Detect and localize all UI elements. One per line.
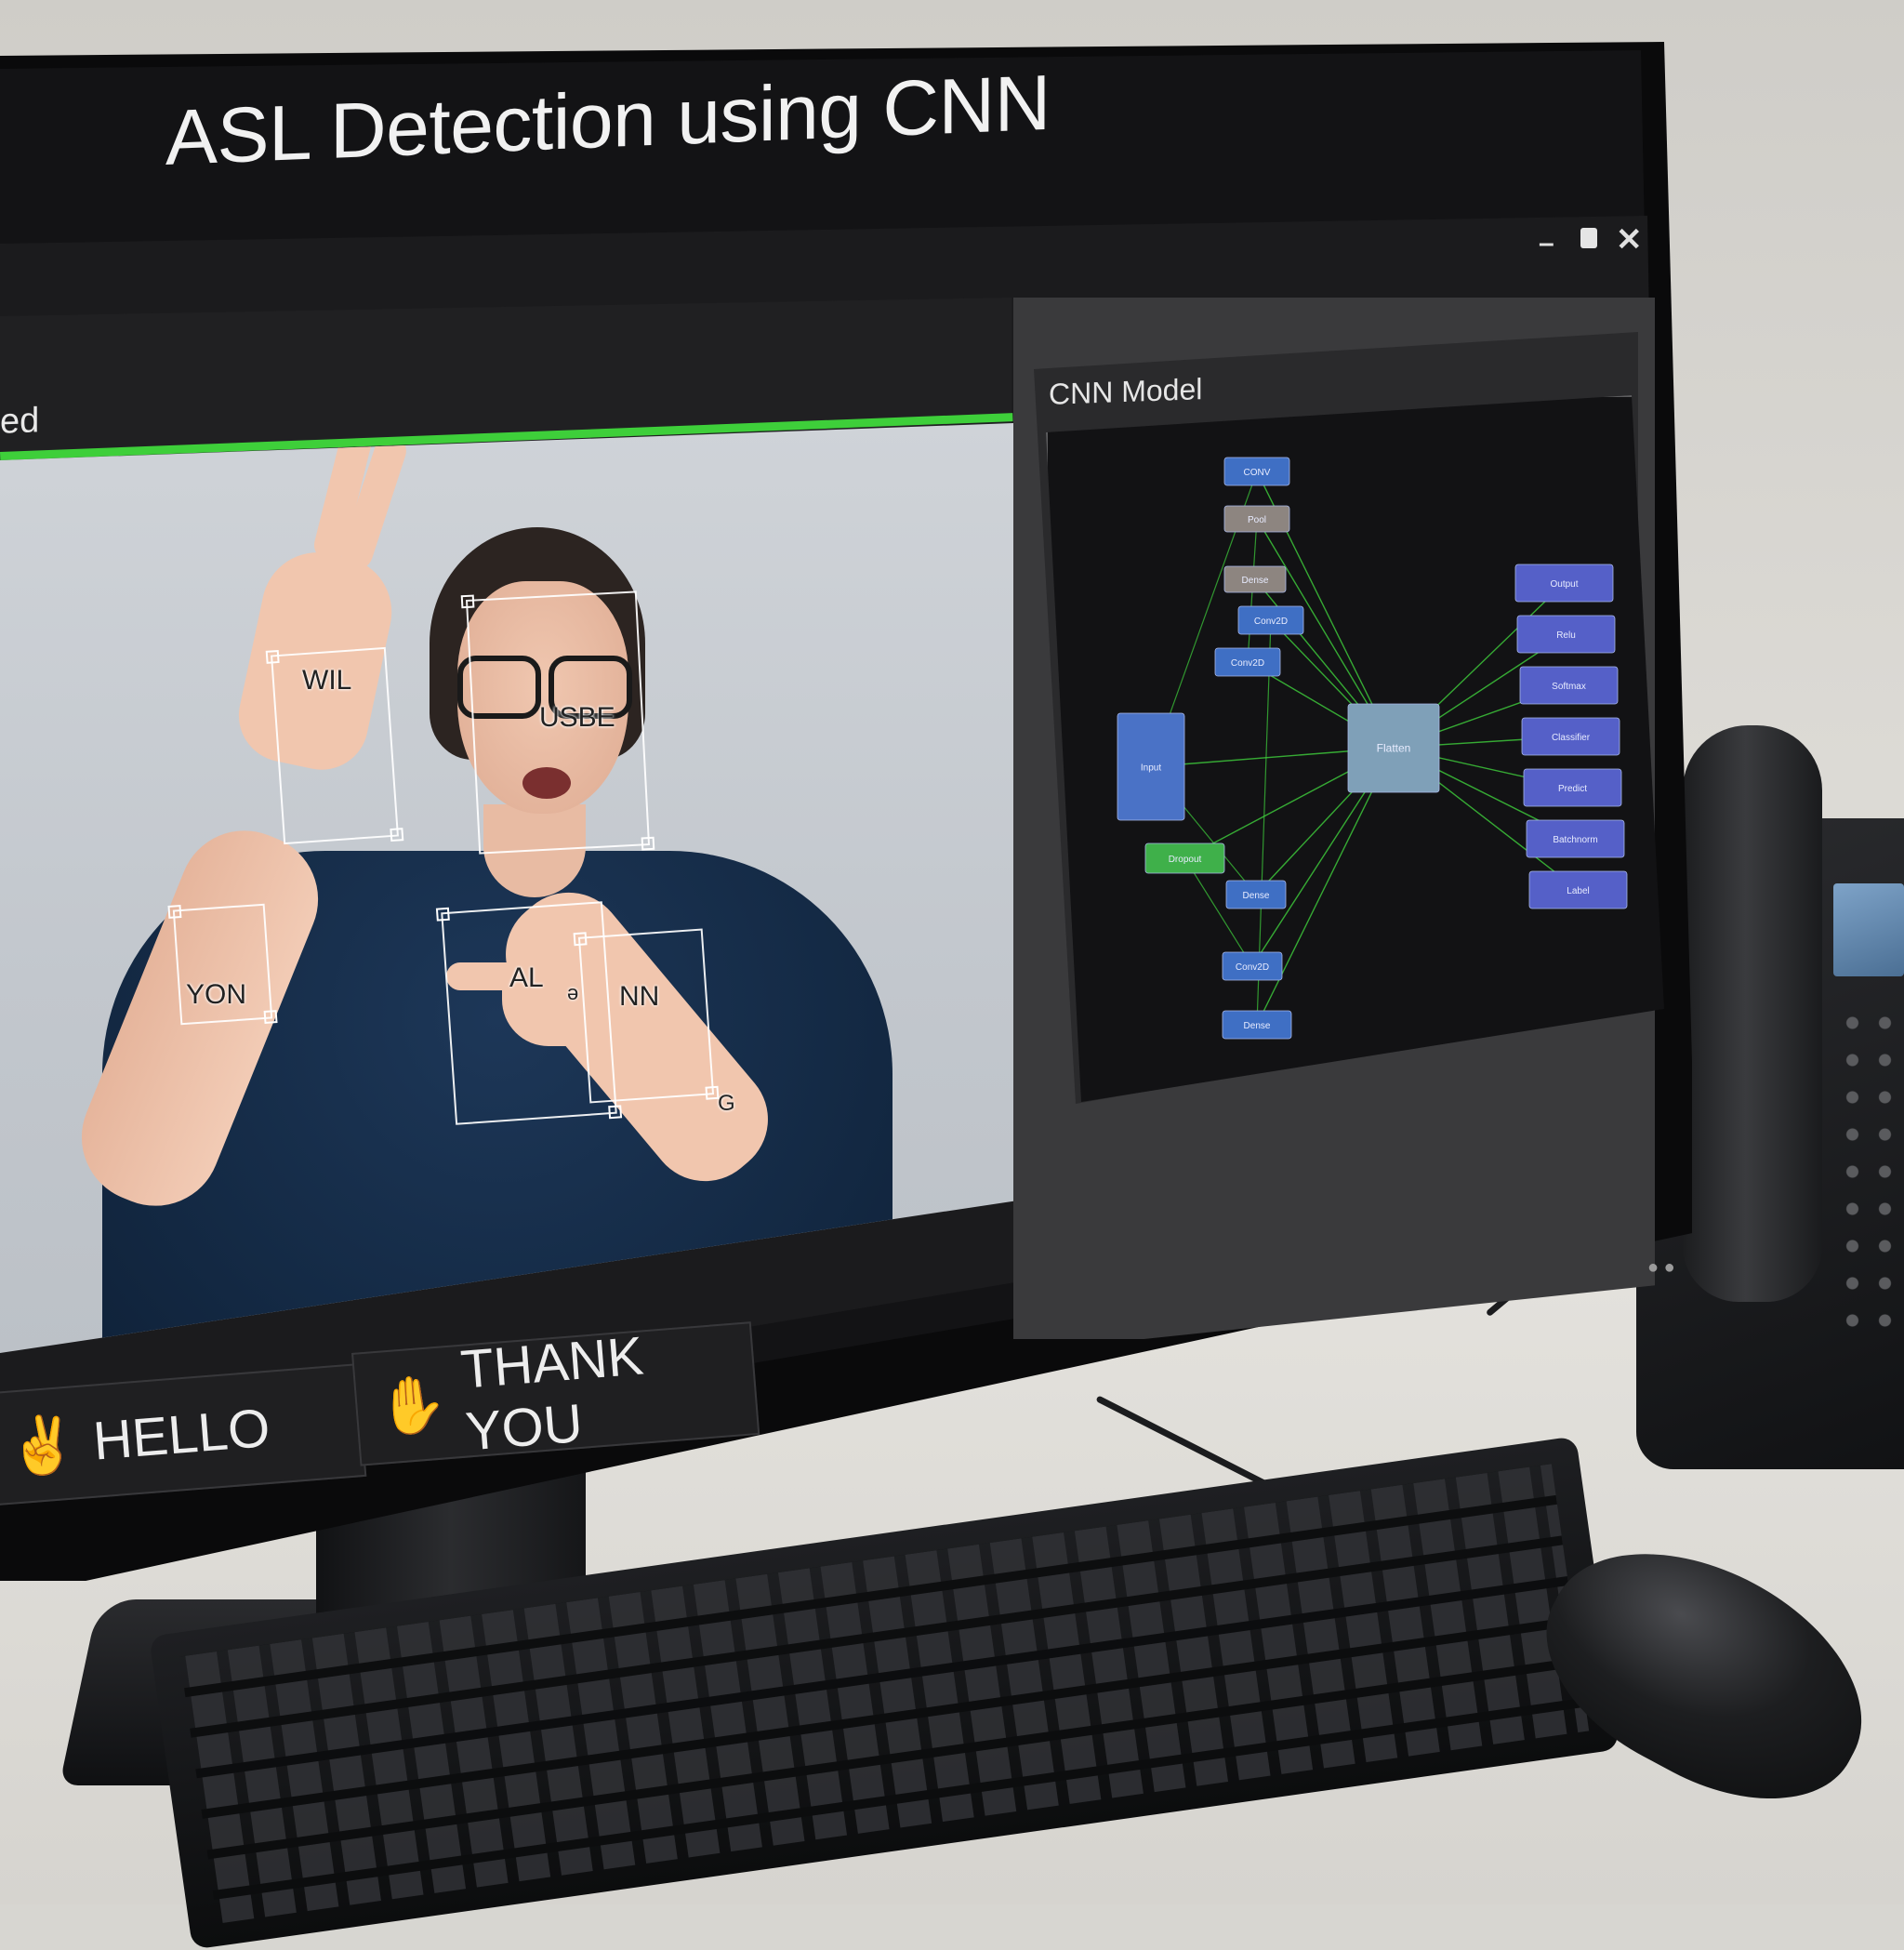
detection-label: ə [567, 981, 579, 1004]
phone-handset [1683, 725, 1822, 1302]
graph-node-label: Label [1567, 886, 1589, 896]
graph-node-label: Input [1141, 763, 1161, 774]
detection-label: G [718, 1091, 735, 1116]
graph-node-label: Conv2D [1236, 962, 1269, 973]
detection-label: WIL [302, 665, 352, 696]
camera-feed: WIL USBE YON AL ə NN G [0, 423, 1055, 1353]
prediction-label: THANK YOU [458, 1325, 646, 1463]
detection-box [577, 928, 715, 1104]
monitor-buttons[interactable]: ● ● [1647, 1257, 1675, 1279]
graph-node-label: Dense [1243, 891, 1270, 901]
graph-node-label: Dropout [1169, 855, 1202, 865]
minimize-button[interactable]: – [1539, 228, 1554, 259]
detection-label: USBE [539, 702, 615, 733]
graph-node-label: Batchnorm [1553, 835, 1597, 845]
graph-node-label: Output [1550, 579, 1578, 590]
signer [0, 423, 1055, 1353]
graph-node-label: Predict [1558, 784, 1587, 794]
detection-label: NN [619, 981, 660, 1012]
phone-keypad [1836, 1004, 1901, 1339]
graph-node-label: Dense [1244, 1021, 1271, 1031]
graph-node-label: CONV [1244, 468, 1271, 478]
graph-node-label: Pool [1248, 515, 1266, 525]
graph-node-label: Softmax [1552, 682, 1586, 692]
hand-peace-icon: ✌ [6, 1411, 80, 1479]
close-button[interactable]: ✕ [1616, 221, 1643, 259]
graph-node-label: Conv2D [1254, 617, 1288, 627]
cnn-graph-canvas: CONV Pool Dense Conv2D Conv2D Input Dropout Den… [1046, 395, 1664, 1102]
cnn-graph: CONV Pool Dense Conv2D Conv2D Input Dropout Den… [1117, 457, 1628, 1040]
graph-node-label: Dense [1242, 576, 1269, 586]
graph-edge [1183, 857, 1253, 967]
graph-node-label: Relu [1556, 630, 1576, 641]
prediction-label: HELLO [90, 1397, 272, 1472]
model-panel-title: CNN Model [1049, 372, 1203, 411]
detection-label: AL [509, 962, 544, 993]
video-panel-title: ed [0, 401, 40, 442]
phone-display [1833, 883, 1904, 976]
graph-node-label: Conv2D [1231, 658, 1264, 669]
graph-node-label: Classifier [1552, 733, 1591, 743]
graph-node-label: Flatten [1377, 742, 1411, 755]
maximize-button[interactable] [1580, 228, 1597, 248]
detection-label: YON [186, 979, 247, 1010]
hand-thanks-icon: ✋ [376, 1371, 450, 1439]
